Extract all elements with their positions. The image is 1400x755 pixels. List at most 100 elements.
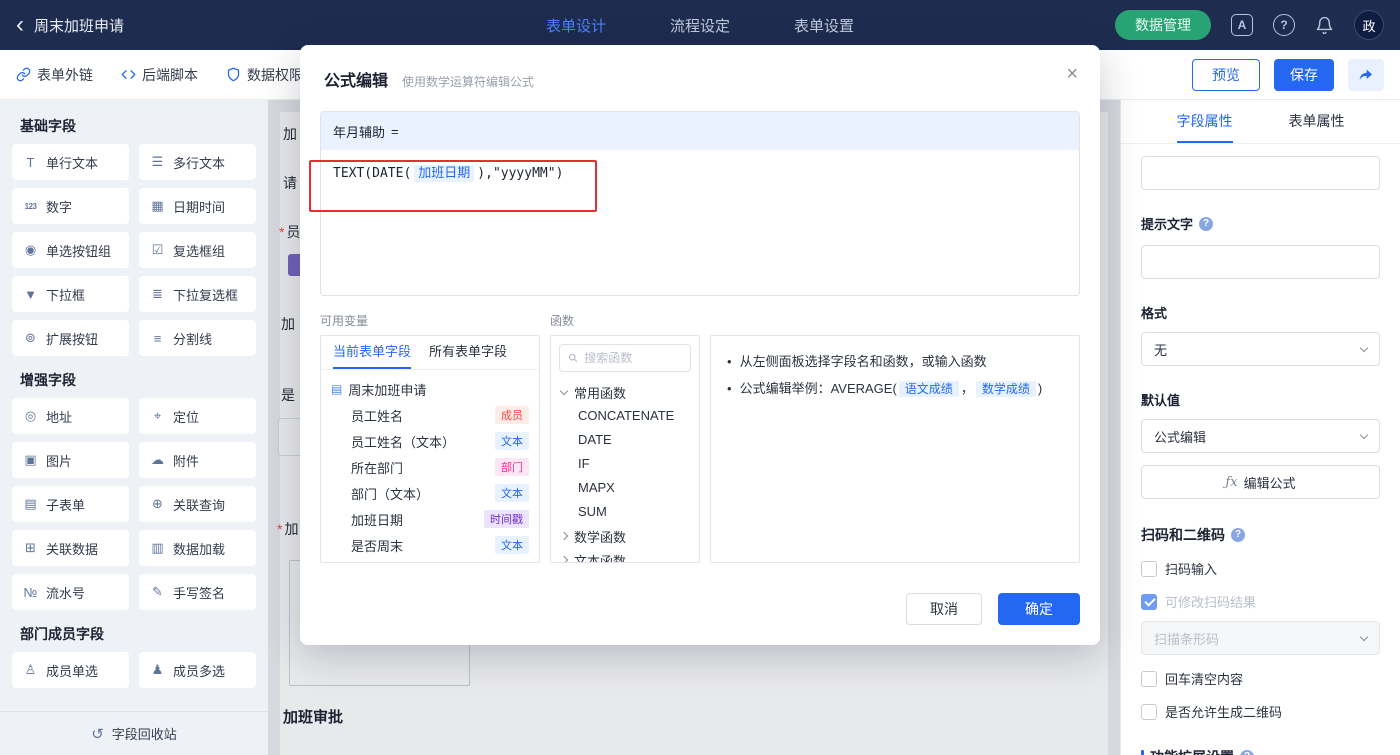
function-item[interactable]: SUM — [551, 500, 699, 524]
field-label: 定位 — [173, 409, 200, 425]
checkbox-allow-qr[interactable]: 是否允许生成二维码 — [1141, 702, 1380, 721]
close-icon[interactable]: × — [1066, 63, 1078, 86]
notification-bell-icon[interactable] — [1315, 16, 1334, 35]
field-label: 多行文本 — [173, 155, 226, 171]
field-label: 单选按钮组 — [46, 243, 112, 259]
checkbox-modify-scan-result[interactable]: 可修改扫码结果 — [1141, 592, 1380, 611]
field-item-divider[interactable]: ≡ 分割线 — [139, 320, 256, 356]
save-button[interactable]: 保存 — [1274, 58, 1334, 91]
variable-item[interactable]: 所在部门 部门 — [331, 454, 529, 480]
formula-editor[interactable]: 年月辅助 = TEXT(DATE(加班日期),"yyyyMM") — [320, 111, 1080, 296]
default-value-select[interactable]: 公式编辑 — [1141, 419, 1380, 453]
language-icon[interactable]: A — [1231, 14, 1253, 36]
field-item-address[interactable]: ◎ 地址 — [12, 398, 129, 434]
barcode-select[interactable]: 扫描条形码 — [1141, 621, 1380, 655]
field-item-member-single[interactable]: ♙ 成员单选 — [12, 652, 129, 688]
preview-button[interactable]: 预览 — [1192, 58, 1260, 91]
sidebar-field-grid: ◎ 地址 ⌖ 定位 ▣ 图片 ☁ 附件 ▤ 子表单 ⊕ 关联查询 ⊞ 关联数据 ▥ 数据加载 № 流水号 ✎ 手写签名 — [12, 398, 256, 610]
barcode-select-value: 扫描条形码 — [1154, 631, 1220, 647]
checkbox-label: 扫码输入 — [1165, 562, 1218, 577]
share-arrow-icon — [1359, 69, 1372, 80]
hint-text-label: 提示文字 ? — [1141, 214, 1380, 233]
function-search[interactable] — [559, 344, 691, 372]
variable-item[interactable]: 是否周末 文本 — [331, 532, 529, 558]
field-item-radio-group[interactable]: ◉ 单选按钮组 — [12, 232, 129, 268]
field-item-signature[interactable]: ✎ 手写签名 — [139, 574, 256, 610]
checkbox-enter-clear[interactable]: 回车清空内容 — [1141, 669, 1380, 688]
field-label: 单行文本 — [46, 155, 99, 171]
data-manage-button[interactable]: 数据管理 — [1115, 10, 1211, 40]
variable-name: 部门（文本） — [351, 486, 430, 502]
confirm-button[interactable]: 确定 — [998, 593, 1080, 625]
function-group[interactable]: 常用函数 — [551, 380, 699, 404]
field-item-lookup[interactable]: ⊕ 关联查询 — [139, 486, 256, 522]
field-item-multi-line-text[interactable]: ☰ 多行文本 — [139, 144, 256, 180]
checkbox-icon[interactable] — [1141, 593, 1157, 610]
member-multi-icon: ♟ — [151, 662, 164, 677]
tab-flow-setting[interactable]: 流程设定 — [670, 15, 730, 36]
data-permission-link[interactable]: 数据权限 — [226, 65, 303, 85]
function-search-input[interactable] — [584, 351, 682, 365]
variable-item[interactable]: 加班日期 时间戳 — [331, 506, 529, 532]
field-item-datetime[interactable]: ▦ 日期时间 — [139, 188, 256, 224]
attachment-icon: ☁ — [151, 452, 164, 467]
field-item-number[interactable]: 123 数字 — [12, 188, 129, 224]
field-label: 附件 — [173, 453, 200, 469]
variable-type-tag: 文本 — [495, 536, 529, 554]
formula-content[interactable]: TEXT(DATE(加班日期),"yyyyMM") — [321, 150, 1079, 295]
qr-help-icon[interactable]: ? — [1231, 528, 1245, 542]
variable-item[interactable]: 员工姓名（文本） 文本 — [331, 428, 529, 454]
function-item[interactable]: IF — [551, 452, 699, 476]
field-item-checkbox-group[interactable]: ☑ 复选框组 — [139, 232, 256, 268]
datetime-icon: ▦ — [151, 198, 164, 213]
function-group[interactable]: 文本函数 — [551, 548, 699, 562]
checkbox-icon[interactable] — [1141, 560, 1157, 577]
cancel-button[interactable]: 取消 — [906, 593, 982, 625]
tree-node-form[interactable]: ▤ 周末加班申请 — [331, 376, 529, 402]
tab-current-form-fields[interactable]: 当前表单字段 — [333, 336, 412, 369]
edit-formula-button[interactable]: ƒx 编辑公式 — [1141, 465, 1380, 499]
tab-all-form-fields[interactable]: 所有表单字段 — [429, 336, 507, 369]
help-icon[interactable]: ? — [1273, 14, 1295, 36]
format-select[interactable]: 无 — [1141, 332, 1380, 366]
field-item-location[interactable]: ⌖ 定位 — [139, 398, 256, 434]
extension-help-icon[interactable]: ? — [1240, 750, 1254, 755]
tab-form-properties[interactable]: 表单属性 — [1289, 100, 1345, 143]
function-item[interactable]: MAPX — [551, 476, 699, 500]
tab-form-design[interactable]: 表单设计 — [546, 15, 606, 36]
field-item-extended-button[interactable]: ⊚ 扩展按钮 — [12, 320, 129, 356]
field-item-data-load[interactable]: ▥ 数据加载 — [139, 530, 256, 566]
checkbox-scan-input[interactable]: 扫码输入 — [1141, 559, 1380, 578]
variable-name: 员工姓名（文本） — [351, 434, 456, 450]
tab-form-setting[interactable]: 表单设置 — [794, 15, 854, 36]
backend-script-link[interactable]: 后端脚本 — [121, 65, 198, 85]
variable-item[interactable]: 部门（文本） 文本 — [331, 480, 529, 506]
hint-help-icon[interactable]: ? — [1199, 216, 1214, 231]
tab-field-properties[interactable]: 字段属性 — [1176, 100, 1233, 143]
field-item-image[interactable]: ▣ 图片 — [12, 442, 129, 478]
field-item-linked-data[interactable]: ⊞ 关联数据 — [12, 530, 129, 566]
field-item-attachment[interactable]: ☁ 附件 — [139, 442, 256, 478]
checkbox-icon[interactable] — [1141, 703, 1157, 720]
avatar[interactable]: 政 — [1354, 10, 1384, 40]
top-empty-field[interactable] — [1141, 156, 1380, 190]
checkbox-icon[interactable] — [1141, 670, 1157, 687]
hint-text-input[interactable] — [1141, 245, 1380, 279]
lookup-icon: ⊕ — [152, 496, 163, 511]
field-item-subform[interactable]: ▤ 子表单 — [12, 486, 129, 522]
form-external-link[interactable]: 表单外链 — [16, 65, 93, 85]
function-item[interactable]: DATE — [551, 428, 699, 452]
function-item[interactable]: CONCATENATE — [551, 404, 699, 428]
back-icon[interactable]: ‹ — [16, 13, 24, 37]
field-recycle-bin[interactable]: ↺ 字段回收站 — [0, 711, 268, 755]
field-item-member-multi[interactable]: ♟ 成员多选 — [139, 652, 256, 688]
field-item-serial-number[interactable]: № 流水号 — [12, 574, 129, 610]
function-group[interactable]: 数学函数 — [551, 524, 699, 548]
share-button[interactable] — [1348, 58, 1384, 91]
field-item-single-line-text[interactable]: T 单行文本 — [12, 144, 129, 180]
field-item-multi-select[interactable]: ≣ 下拉复选框 — [139, 276, 256, 312]
variable-item[interactable]: 员工姓名 成员 — [331, 402, 529, 428]
variable-type-tag: 时间戳 — [484, 510, 529, 528]
field-item-select[interactable]: ▼ 下拉框 — [12, 276, 129, 312]
variable-name: 员工姓名 — [351, 408, 404, 424]
